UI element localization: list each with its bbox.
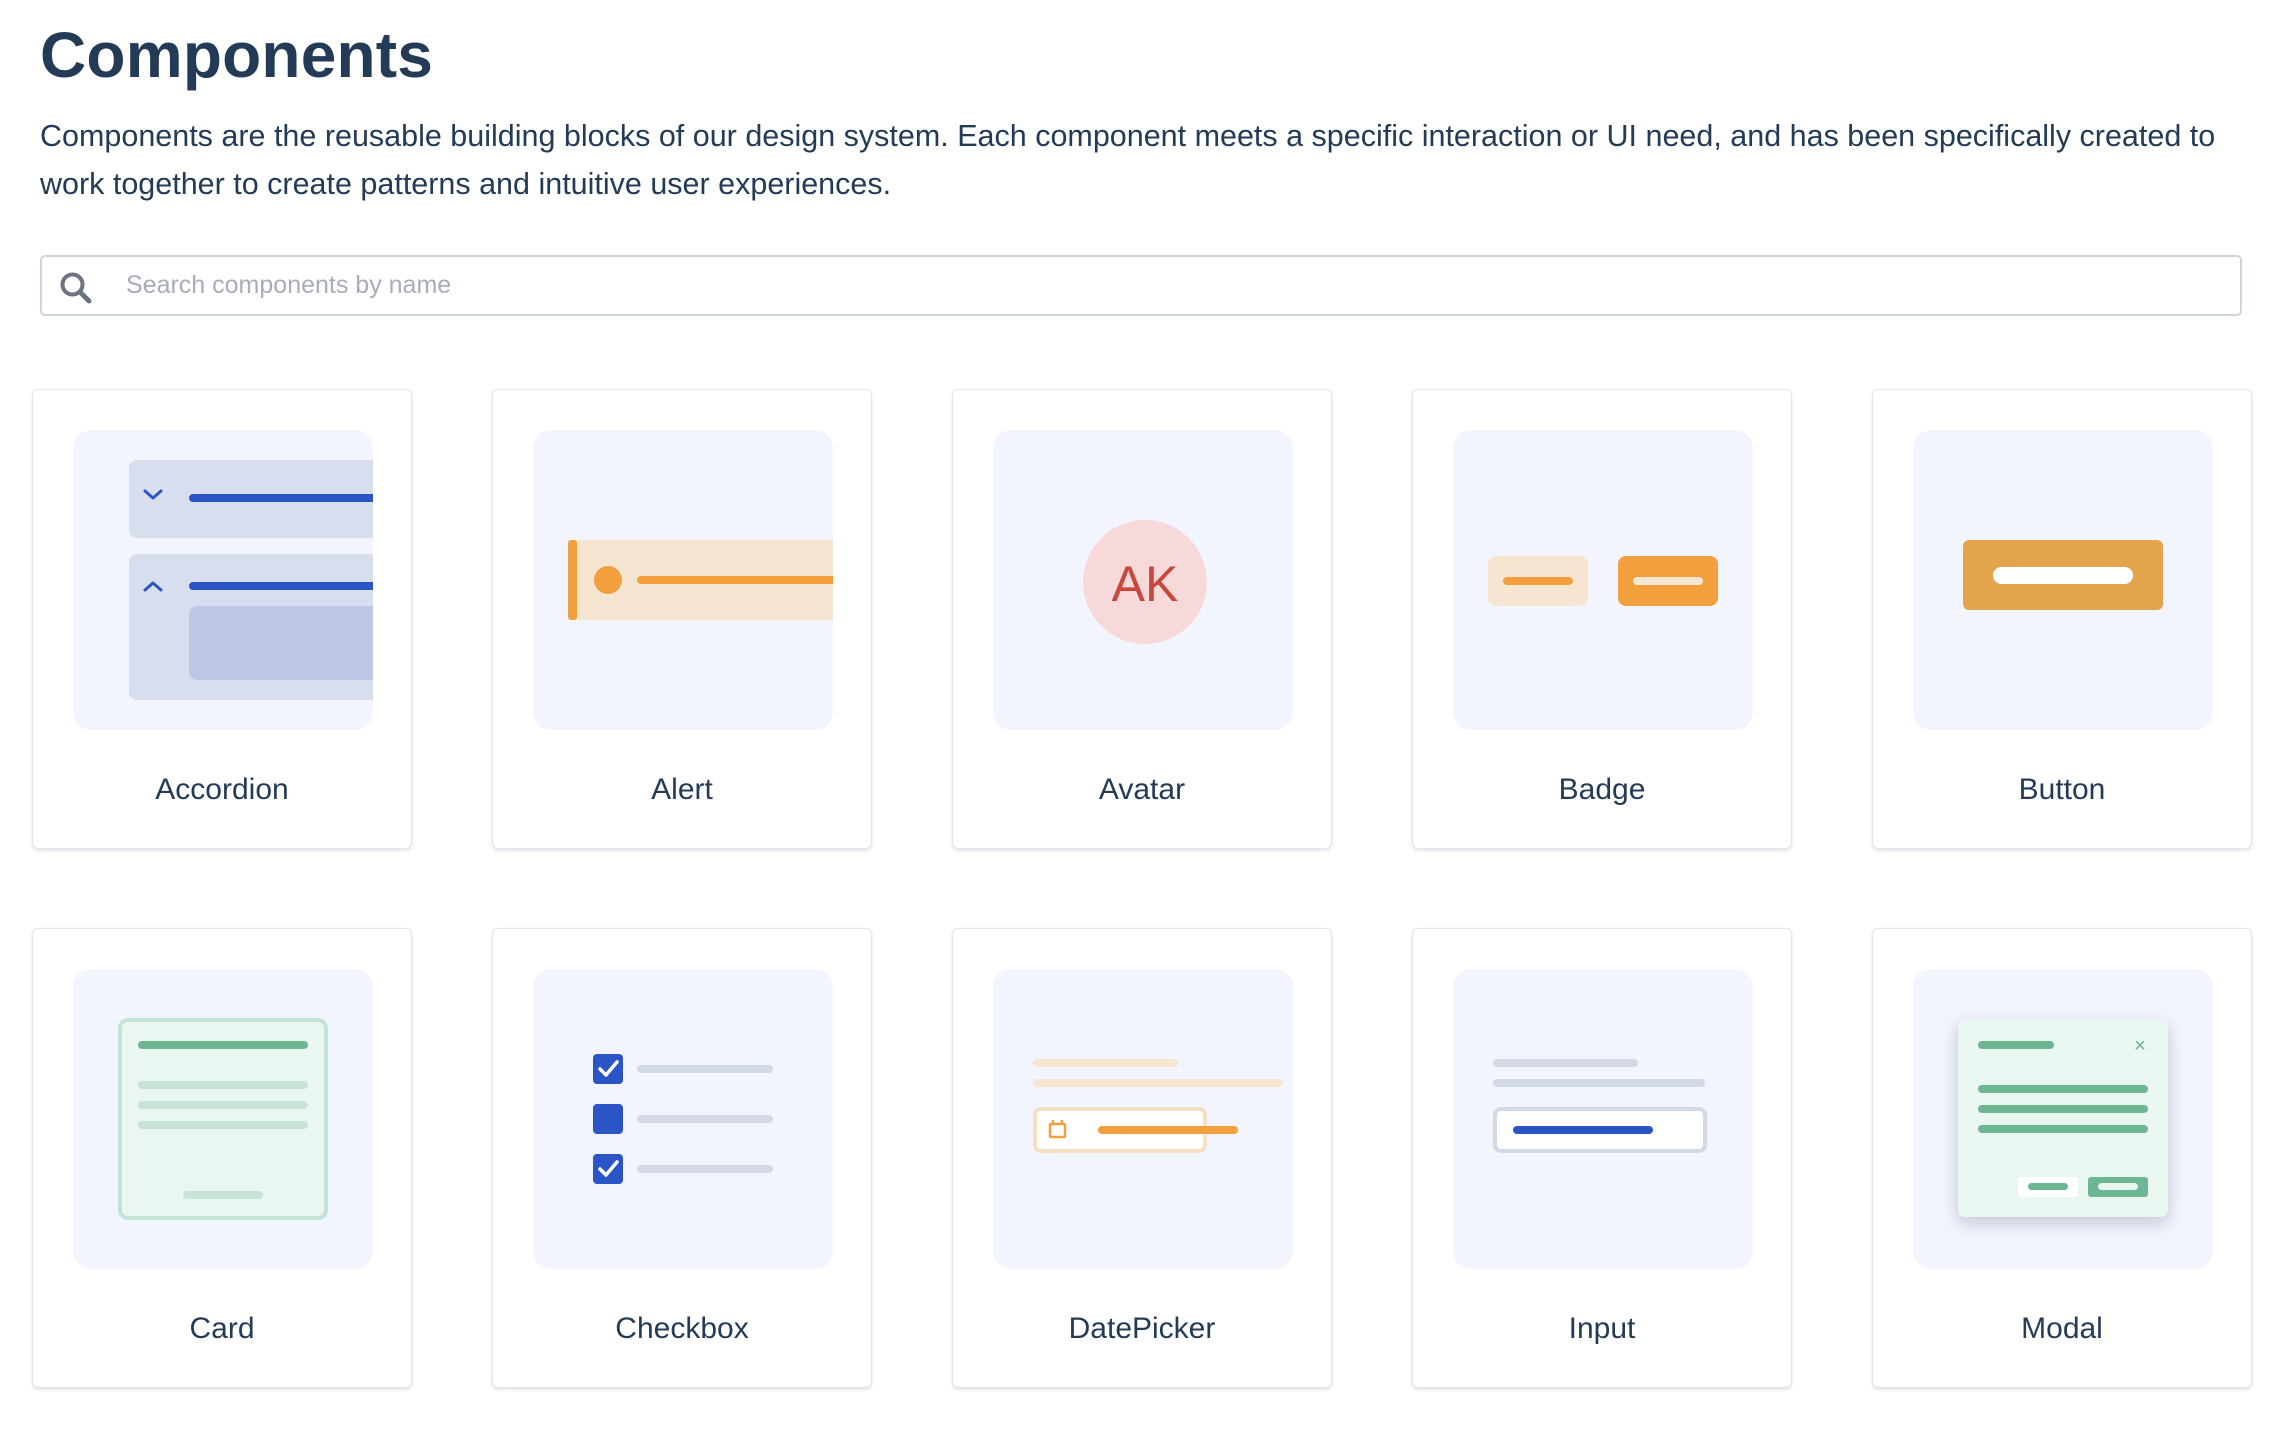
datepicker-illustration [1033, 1059, 1283, 1153]
card-title: Accordion [155, 773, 289, 806]
card-title: Modal [2021, 1312, 2103, 1345]
badge-thumbnail [1453, 430, 1753, 730]
avatar-thumbnail: AK [993, 430, 1293, 730]
component-card-badge[interactable]: Badge [1412, 389, 1792, 849]
avatar-initials: AK [1112, 556, 1179, 612]
card-title: DatePicker [1068, 1312, 1216, 1345]
modal-illustration: × [1958, 1019, 2168, 1217]
components-page: Components Components are the reusable b… [0, 0, 2288, 1434]
component-card-modal[interactable]: × Modal [1872, 928, 2252, 1388]
input-illustration [1493, 1059, 1707, 1153]
search-icon [60, 272, 92, 304]
button-thumbnail [1913, 430, 2213, 730]
search-input[interactable] [114, 257, 2226, 314]
accordion-thumbnail [73, 430, 373, 730]
accordion-illustration [129, 460, 373, 700]
datepicker-thumbnail [993, 969, 1293, 1269]
component-card-button[interactable]: Button [1872, 389, 2252, 849]
alert-illustration [568, 540, 833, 620]
page-description: Components are the reusable building blo… [40, 119, 2216, 201]
card-title: Avatar [1098, 773, 1186, 806]
component-card-alert[interactable]: Alert [492, 389, 872, 849]
alert-thumbnail [533, 430, 833, 730]
card-title: Alert [651, 773, 713, 806]
component-card-card[interactable]: Card [32, 928, 412, 1388]
card-title: Input [1568, 1312, 1636, 1345]
card-title: Card [189, 1312, 255, 1345]
card-thumbnail [73, 969, 373, 1269]
card-illustration [118, 1018, 328, 1220]
checkbox-illustration [593, 1054, 773, 1184]
badge-illustration [1488, 556, 1718, 606]
card-title: Checkbox [615, 1312, 749, 1345]
avatar-illustration: AK [1083, 520, 1207, 644]
search-bar[interactable] [40, 255, 2242, 316]
modal-thumbnail: × [1913, 969, 2213, 1269]
component-card-accordion[interactable]: Accordion [32, 389, 412, 849]
component-card-checkbox[interactable]: Checkbox [492, 928, 872, 1388]
component-card-input[interactable]: Input [1412, 928, 1792, 1388]
card-title: Button [2018, 773, 2106, 806]
page-title: Components [40, 19, 434, 91]
input-thumbnail [1453, 969, 1753, 1269]
button-illustration [1963, 540, 2163, 610]
modal-close-icon: × [2134, 1035, 2146, 1057]
checkbox-thumbnail [533, 969, 833, 1269]
component-card-datepicker[interactable]: DatePicker [952, 928, 1332, 1388]
component-card-avatar[interactable]: AK Avatar [952, 389, 1332, 849]
card-title: Badge [1558, 773, 1646, 806]
